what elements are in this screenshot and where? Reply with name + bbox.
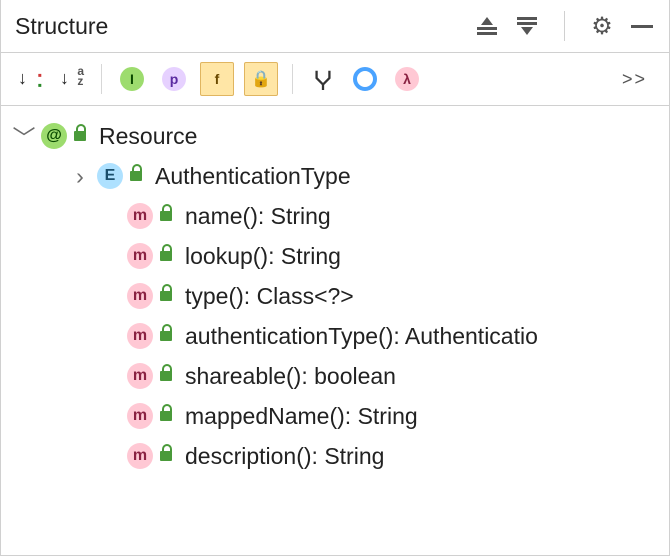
- lock-icon: 🔒: [249, 67, 273, 91]
- toolbar-sep-2: [292, 64, 293, 94]
- expand-all-button[interactable]: [474, 13, 500, 39]
- method-icon: m: [127, 443, 153, 469]
- tree-node[interactable]: m shareable(): boolean: [1, 356, 669, 396]
- expand-all-icon: [477, 17, 497, 35]
- interface-icon: I: [120, 67, 144, 91]
- visibility-icon: [157, 411, 175, 421]
- method-icon: m: [127, 203, 153, 229]
- titlebar-actions: ⚙: [474, 11, 655, 41]
- chevron-right-icon[interactable]: ›: [71, 163, 89, 190]
- property-icon: p: [162, 67, 186, 91]
- chevron-down-icon[interactable]: ﹀: [15, 119, 33, 153]
- node-label: description(): String: [185, 443, 384, 470]
- node-label: AuthenticationType: [155, 163, 351, 190]
- gear-icon: ⚙: [591, 12, 613, 41]
- toolbar-more-button[interactable]: >>: [622, 69, 657, 90]
- tree-node[interactable]: m description(): String: [1, 436, 669, 476]
- visibility-icon: [157, 331, 175, 341]
- anonymous-icon: [353, 67, 377, 91]
- structure-titlebar: Structure ⚙: [1, 0, 669, 53]
- show-lambdas-button[interactable]: λ: [391, 63, 423, 95]
- tree-node[interactable]: m lookup(): String: [1, 236, 669, 276]
- enum-icon: E: [97, 163, 123, 189]
- sort-visibility-button[interactable]: ↓▪▪: [13, 63, 45, 95]
- visibility-icon: [157, 451, 175, 461]
- visibility-icon: [157, 251, 175, 261]
- field-icon: f: [205, 67, 229, 91]
- visibility-icon: [127, 171, 145, 181]
- lambda-icon: λ: [395, 67, 419, 91]
- structure-toolbar: ↓▪▪ ↓az I p f 🔒 λ >>: [1, 53, 669, 106]
- visibility-icon: [71, 131, 89, 141]
- show-anonymous-button[interactable]: [349, 63, 381, 95]
- node-label: type(): Class<?>: [185, 283, 354, 310]
- collapse-all-icon: [517, 17, 537, 35]
- node-label: mappedName(): String: [185, 403, 418, 430]
- structure-panel: Structure ⚙ ↓▪▪ ↓az I: [0, 0, 670, 556]
- tree-node[interactable]: m authenticationType(): Authenticatio: [1, 316, 669, 356]
- method-icon: m: [127, 363, 153, 389]
- node-label: shareable(): boolean: [185, 363, 396, 390]
- sort-alpha-icon: ↓az: [60, 68, 82, 90]
- tree-node[interactable]: › E AuthenticationType: [1, 156, 669, 196]
- sort-alpha-button[interactable]: ↓az: [55, 63, 87, 95]
- minus-icon: [631, 25, 653, 28]
- show-nonpublic-button[interactable]: 🔒: [244, 62, 278, 96]
- show-fields-button[interactable]: f: [200, 62, 234, 96]
- visibility-icon: [157, 291, 175, 301]
- settings-button[interactable]: ⚙: [589, 13, 615, 39]
- node-label: Resource: [99, 123, 197, 150]
- tree-node[interactable]: m mappedName(): String: [1, 396, 669, 436]
- inherited-icon: [312, 68, 334, 90]
- sort-visibility-icon: ↓▪▪: [18, 68, 40, 90]
- tree-node[interactable]: m name(): String: [1, 196, 669, 236]
- tree-node[interactable]: m type(): Class<?>: [1, 276, 669, 316]
- show-interfaces-button[interactable]: I: [116, 63, 148, 95]
- tree-node-root[interactable]: ﹀ @ Resource: [1, 116, 669, 156]
- method-icon: m: [127, 243, 153, 269]
- titlebar-divider: [564, 11, 565, 41]
- hide-panel-button[interactable]: [629, 13, 655, 39]
- method-icon: m: [127, 323, 153, 349]
- visibility-icon: [157, 371, 175, 381]
- method-icon: m: [127, 283, 153, 309]
- method-icon: m: [127, 403, 153, 429]
- show-properties-button[interactable]: p: [158, 63, 190, 95]
- panel-title: Structure: [15, 13, 474, 40]
- visibility-icon: [157, 211, 175, 221]
- collapse-all-button[interactable]: [514, 13, 540, 39]
- toolbar-sep-1: [101, 64, 102, 94]
- show-inherited-button[interactable]: [307, 63, 339, 95]
- annotation-icon: @: [41, 123, 67, 149]
- node-label: authenticationType(): Authenticatio: [185, 323, 538, 350]
- node-label: lookup(): String: [185, 243, 341, 270]
- node-label: name(): String: [185, 203, 331, 230]
- structure-tree: ﹀ @ Resource › E AuthenticationType m na…: [1, 106, 669, 555]
